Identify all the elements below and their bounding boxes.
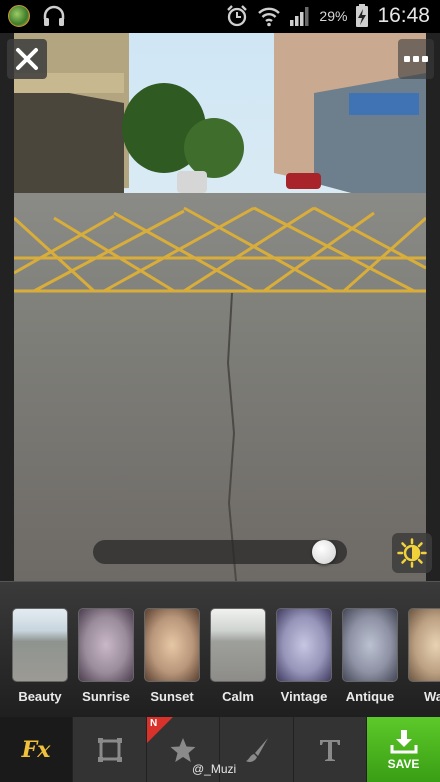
brush-icon bbox=[245, 737, 268, 762]
filter-thumbnail bbox=[12, 608, 68, 682]
filter-thumbnail bbox=[78, 608, 134, 682]
filter-strip[interactable]: Beauty Sunrise Sunset Calm Vintage Antiq… bbox=[0, 581, 440, 717]
close-icon bbox=[16, 48, 38, 70]
wifi-icon bbox=[258, 7, 281, 27]
photo-canvas[interactable] bbox=[14, 33, 426, 581]
more-icon bbox=[404, 56, 410, 62]
filter-sunset[interactable]: Sunset bbox=[144, 608, 200, 704]
clock: 16:48 bbox=[377, 4, 430, 27]
download-icon bbox=[390, 729, 417, 753]
battery-percent: 29% bbox=[319, 8, 348, 24]
crop-icon bbox=[97, 737, 122, 762]
intensity-slider[interactable] bbox=[93, 540, 347, 564]
photo-frame bbox=[0, 33, 440, 581]
text-tool-button[interactable] bbox=[294, 717, 367, 782]
text-icon bbox=[320, 739, 340, 761]
brightness-icon bbox=[397, 538, 427, 568]
globe-app-icon bbox=[8, 5, 30, 27]
filter-calm[interactable]: Calm bbox=[210, 608, 266, 704]
filter-sunrise[interactable]: Sunrise bbox=[78, 608, 134, 704]
filter-label: War bbox=[423, 689, 440, 704]
filter-thumbnail bbox=[144, 608, 200, 682]
filter-warm[interactable]: War bbox=[408, 608, 440, 704]
filter-vintage[interactable]: Vintage bbox=[276, 608, 332, 704]
fx-label: Fx bbox=[21, 736, 51, 763]
filter-antique[interactable]: Antique bbox=[342, 608, 398, 704]
battery-charging-icon bbox=[356, 4, 369, 27]
watermark: @_Muzi bbox=[192, 762, 237, 776]
alarm-icon bbox=[227, 5, 248, 27]
save-label: SAVE bbox=[387, 756, 420, 771]
brightness-button[interactable] bbox=[392, 533, 432, 573]
signal-icon bbox=[290, 7, 309, 26]
filter-beauty[interactable]: Beauty bbox=[12, 608, 68, 704]
filter-thumbnail bbox=[342, 608, 398, 682]
headphones-icon bbox=[43, 5, 65, 26]
save-button[interactable]: SAVE bbox=[367, 717, 440, 782]
status-bar: 29% 16:48 bbox=[0, 0, 440, 33]
filter-thumbnail bbox=[276, 608, 332, 682]
crop-tool-button[interactable] bbox=[73, 717, 147, 782]
more-options-button[interactable] bbox=[398, 39, 434, 79]
new-badge-label: N bbox=[150, 718, 158, 729]
close-button[interactable] bbox=[7, 39, 47, 79]
filter-thumbnail bbox=[408, 608, 440, 682]
fx-tool-button[interactable]: Fx bbox=[0, 717, 73, 782]
intensity-slider-knob[interactable] bbox=[311, 540, 336, 564]
star-icon bbox=[170, 737, 196, 762]
filter-thumbnail bbox=[210, 608, 266, 682]
